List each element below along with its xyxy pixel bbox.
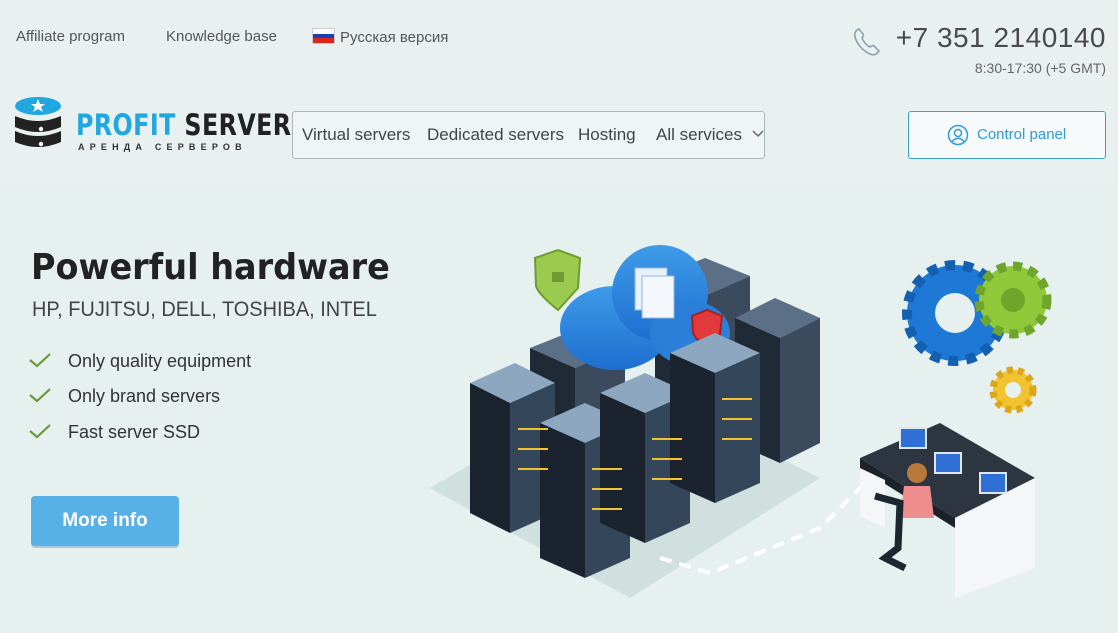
more-info-button[interactable]: More info (31, 496, 179, 546)
feature-label: Fast server SSD (68, 422, 201, 442)
server-stack-logo-icon (15, 97, 61, 147)
gear-icon (974, 261, 1052, 339)
language-label: Русская версия (340, 29, 449, 46)
top-bar: Affiliate program Knowledge base Русская… (0, 0, 1118, 90)
logo-subtitle: АРЕНДА СЕРВЕРОВ (78, 142, 247, 152)
feature-item: Only quality equipment (28, 351, 251, 372)
logo-name: PROFIT SERVER (76, 108, 292, 142)
language-switch-link[interactable]: Русская версия (312, 28, 448, 46)
control-panel-button[interactable]: Control panel (908, 111, 1106, 159)
datacenter-illustration (430, 245, 1052, 598)
checkmark-icon (29, 424, 51, 439)
person-icon (907, 463, 927, 483)
feature-label: Only quality equipment (68, 351, 252, 371)
control-panel-label: Control panel (977, 126, 1067, 143)
nav-all-services-label: All services (656, 125, 742, 144)
nav-dedicated-servers[interactable]: Dedicated servers (427, 125, 564, 145)
russian-flag-icon (312, 28, 335, 44)
hero-title: Powerful hardware (31, 247, 390, 288)
chevron-down-icon (752, 130, 764, 138)
gear-icon (989, 366, 1037, 414)
checkmark-icon (29, 353, 51, 368)
nav-virtual-servers[interactable]: Virtual servers (302, 125, 410, 145)
office-desk-illustration (860, 423, 1035, 598)
working-hours: 8:30-17:30 (+5 GMT) (974, 60, 1106, 76)
main-navigation: Virtual servers Dedicated servers Hostin… (292, 111, 765, 159)
profit-server-logo[interactable]: PROFIT SERVER АРЕНДА СЕРВЕРОВ (14, 96, 291, 158)
phone-icon (853, 28, 881, 56)
user-icon (947, 124, 969, 146)
affiliate-program-link[interactable]: Affiliate program (16, 28, 125, 45)
phone-number[interactable]: +7 351 2140140 (896, 22, 1106, 54)
hero-subtitle: HP, FUJITSU, DELL, TOSHIBA, INTEL (32, 298, 377, 321)
checkmark-icon (29, 388, 51, 403)
feature-item: Only brand servers (28, 386, 220, 407)
feature-item: Fast server SSD (28, 422, 200, 443)
knowledge-base-link[interactable]: Knowledge base (166, 28, 277, 45)
feature-label: Only brand servers (68, 386, 221, 406)
nav-all-services[interactable]: All services (656, 125, 764, 145)
nav-hosting[interactable]: Hosting (578, 125, 636, 145)
